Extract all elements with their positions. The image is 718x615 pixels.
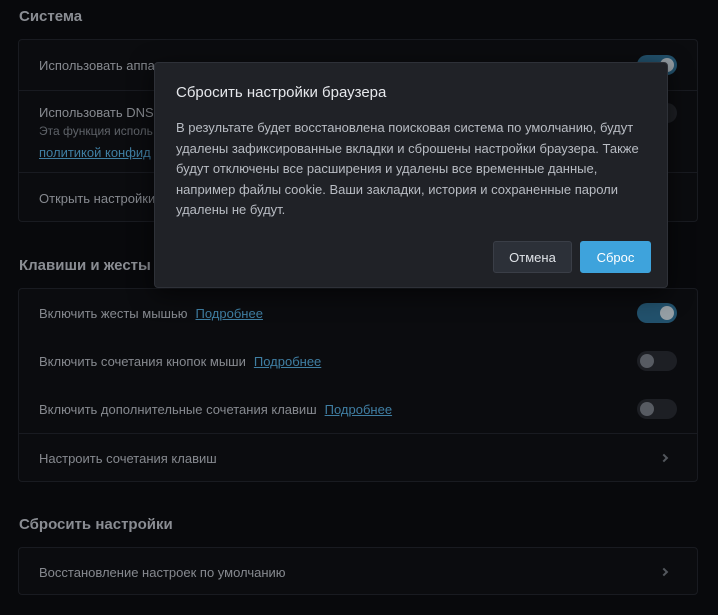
dialog-body: В результате будет восстановлена поисков… bbox=[176, 120, 639, 217]
cancel-button[interactable]: Отмена bbox=[493, 241, 572, 273]
dialog-title: Сбросить настройки браузера bbox=[176, 84, 387, 101]
reset-browser-dialog: Сбросить настройки браузера В результате… bbox=[154, 62, 668, 288]
reset-button[interactable]: Сброс bbox=[580, 241, 651, 273]
